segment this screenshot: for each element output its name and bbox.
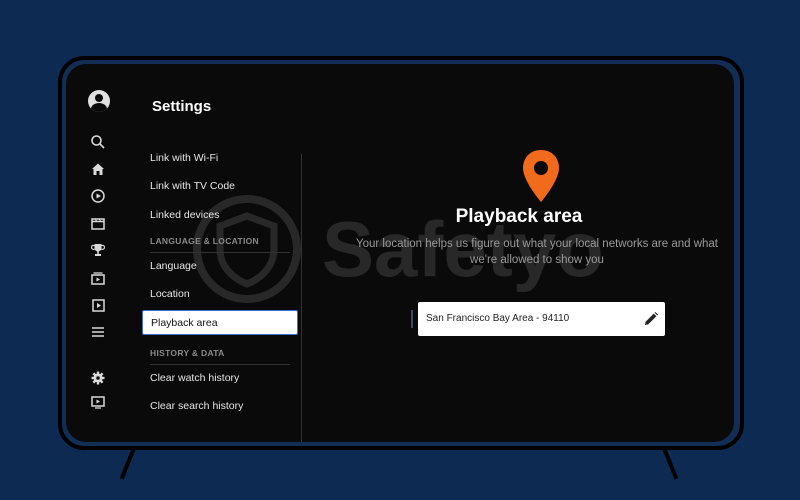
menu-icon[interactable] <box>90 324 106 340</box>
menu-item-link-wifi[interactable]: Link with Wi-Fi <box>142 146 298 171</box>
tv-stand-right <box>661 446 679 480</box>
cast-icon[interactable] <box>90 394 106 410</box>
nav-rail <box>66 64 128 442</box>
library-icon[interactable] <box>90 270 106 286</box>
trophy-icon[interactable] <box>90 242 106 258</box>
section-header-language-location: LANGUAGE & LOCATION <box>150 236 290 253</box>
location-value: San Francisco Bay Area - 94110 <box>426 313 570 324</box>
field-focus-marker <box>411 310 413 328</box>
home-icon[interactable] <box>90 161 106 177</box>
menu-item-playback-area[interactable]: Playback area <box>142 310 298 335</box>
menu-item-linked-devices[interactable]: Linked devices <box>142 203 298 228</box>
section-header-history-data: HISTORY & DATA <box>150 348 290 365</box>
location-pin-icon <box>523 150 559 202</box>
menu-item-clear-search-history[interactable]: Clear search history <box>142 394 298 419</box>
location-field[interactable]: San Francisco Bay Area - 94110 <box>418 302 665 336</box>
tv-screen: Safetyo Settings Link with Wi-Fi Link wi… <box>66 64 734 442</box>
shorts-icon[interactable] <box>90 188 106 204</box>
menu-item-location[interactable]: Location <box>142 282 298 307</box>
menu-item-language[interactable]: Language <box>142 254 298 279</box>
avatar-icon[interactable] <box>88 90 110 112</box>
page-title: Settings <box>152 98 212 115</box>
playlist-icon[interactable] <box>90 297 106 313</box>
menu-item-clear-watch-history[interactable]: Clear watch history <box>142 366 298 391</box>
edit-pencil-icon[interactable] <box>643 311 659 327</box>
subscriptions-icon[interactable] <box>90 215 106 231</box>
search-icon[interactable] <box>90 134 106 150</box>
tv-stand-left <box>119 446 137 480</box>
menu-item-link-tv-code[interactable]: Link with TV Code <box>142 174 298 199</box>
pane-title: Playback area <box>455 206 583 227</box>
pane-divider <box>301 154 302 442</box>
pane-description: Your location helps us figure out what y… <box>355 238 719 266</box>
gear-icon[interactable] <box>90 370 106 386</box>
